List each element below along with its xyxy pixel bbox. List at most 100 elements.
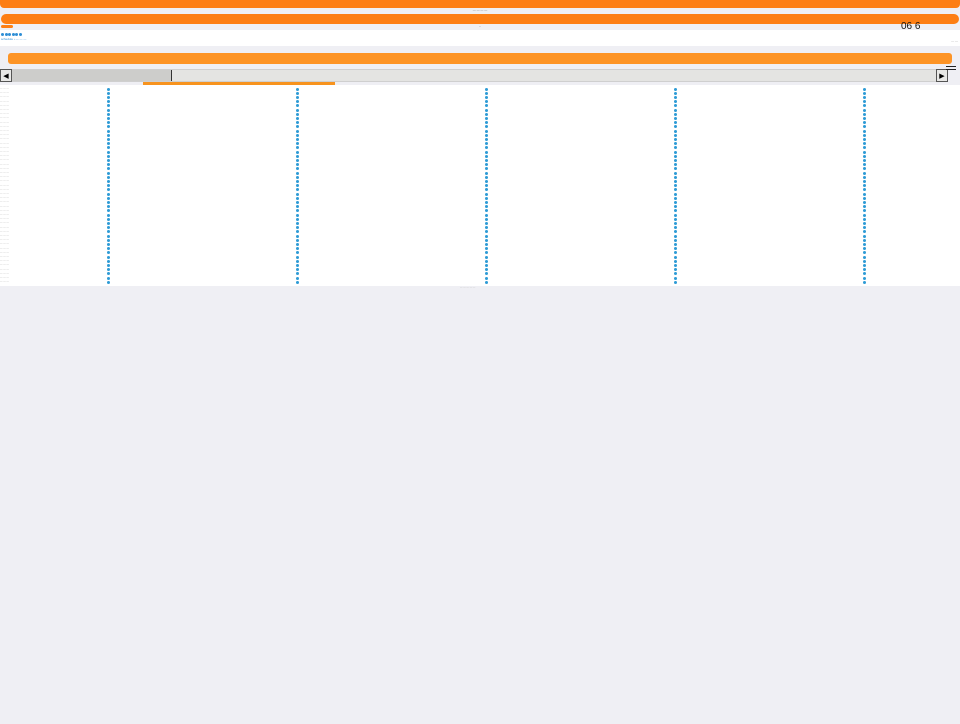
cell-dot[interactable]: [485, 116, 488, 120]
cell-dot[interactable]: [485, 104, 488, 108]
cell-dot[interactable]: [863, 221, 866, 225]
cell-dot[interactable]: [296, 234, 299, 238]
cell-dot[interactable]: [485, 146, 488, 150]
cell-dot[interactable]: [107, 108, 110, 112]
cell-dot[interactable]: [107, 133, 110, 137]
cell-dot[interactable]: [863, 167, 866, 171]
cell-dot[interactable]: [863, 192, 866, 196]
cell-dot[interactable]: [296, 280, 299, 284]
cell-dot[interactable]: [296, 100, 299, 104]
mini-tab-button[interactable]: [1, 25, 13, 28]
cell-dot[interactable]: [296, 184, 299, 188]
cell-dot[interactable]: [863, 217, 866, 221]
cell-dot[interactable]: [674, 100, 677, 104]
cell-dot[interactable]: [863, 213, 866, 217]
breadcrumb[interactable]: schedule › — — —: [1, 37, 26, 41]
cell-dot[interactable]: [107, 263, 110, 267]
cell-dot[interactable]: [296, 108, 299, 112]
cell-dot[interactable]: [485, 221, 488, 225]
cell-dot[interactable]: [296, 163, 299, 167]
cell-dot[interactable]: [485, 179, 488, 183]
cell-dot[interactable]: [485, 95, 488, 99]
cell-dot[interactable]: [107, 251, 110, 255]
cell-dot[interactable]: [674, 192, 677, 196]
cell-dot[interactable]: [674, 121, 677, 125]
cell-dot[interactable]: [863, 171, 866, 175]
cell-dot[interactable]: [674, 251, 677, 255]
cell-dot[interactable]: [485, 217, 488, 221]
cell-dot[interactable]: [674, 238, 677, 242]
cell-dot[interactable]: [485, 184, 488, 188]
cell-dot[interactable]: [296, 142, 299, 146]
cell-dot[interactable]: [863, 179, 866, 183]
cell-dot[interactable]: [296, 121, 299, 125]
cell-dot[interactable]: [107, 116, 110, 120]
cell-dot[interactable]: [863, 242, 866, 246]
cell-dot[interactable]: [674, 230, 677, 234]
cell-dot[interactable]: [674, 91, 677, 95]
cell-dot[interactable]: [863, 95, 866, 99]
cell-dot[interactable]: [674, 129, 677, 133]
cell-dot[interactable]: [485, 91, 488, 95]
cell-dot[interactable]: [674, 276, 677, 280]
cell-dot[interactable]: [674, 125, 677, 129]
cell-dot[interactable]: [674, 179, 677, 183]
cell-dot[interactable]: [863, 276, 866, 280]
cell-dot[interactable]: [863, 238, 866, 242]
cell-dot[interactable]: [863, 247, 866, 251]
cell-dot[interactable]: [485, 251, 488, 255]
cell-dot[interactable]: [296, 276, 299, 280]
cell-dot[interactable]: [107, 221, 110, 225]
cell-dot[interactable]: [107, 137, 110, 141]
cell-dot[interactable]: [863, 263, 866, 267]
cell-dot[interactable]: [296, 221, 299, 225]
cell-dot[interactable]: [863, 142, 866, 146]
cell-dot[interactable]: [107, 150, 110, 154]
cell-dot[interactable]: [107, 100, 110, 104]
cell-dot[interactable]: [485, 133, 488, 137]
cell-dot[interactable]: [296, 167, 299, 171]
cell-dot[interactable]: [863, 129, 866, 133]
cell-dot[interactable]: [863, 133, 866, 137]
cell-dot[interactable]: [296, 226, 299, 230]
cell-dot[interactable]: [296, 188, 299, 192]
cell-dot[interactable]: [863, 125, 866, 129]
cell-dot[interactable]: [296, 179, 299, 183]
cell-dot[interactable]: [107, 104, 110, 108]
cell-dot[interactable]: [296, 171, 299, 175]
cell-dot[interactable]: [485, 230, 488, 234]
cell-dot[interactable]: [674, 213, 677, 217]
cell-dot[interactable]: [485, 188, 488, 192]
cell-dot[interactable]: [674, 268, 677, 272]
cell-dot[interactable]: [296, 255, 299, 259]
cell-dot[interactable]: [674, 196, 677, 200]
cell-dot[interactable]: [107, 188, 110, 192]
cell-dot[interactable]: [296, 238, 299, 242]
cell-dot[interactable]: [674, 234, 677, 238]
cell-dot[interactable]: [863, 205, 866, 209]
rating-dot[interactable]: [8, 33, 11, 36]
cell-dot[interactable]: [296, 272, 299, 276]
cell-dot[interactable]: [863, 87, 866, 91]
cell-dot[interactable]: [485, 125, 488, 129]
cell-dot[interactable]: [674, 95, 677, 99]
cell-dot[interactable]: [107, 192, 110, 196]
cell-dot[interactable]: [863, 188, 866, 192]
cell-dot[interactable]: [107, 87, 110, 91]
scrollbar-thumb[interactable]: [12, 70, 172, 81]
rating-dot[interactable]: [18, 33, 22, 36]
cell-dot[interactable]: [674, 200, 677, 204]
cell-dot[interactable]: [674, 242, 677, 246]
cell-dot[interactable]: [296, 200, 299, 204]
cell-dot[interactable]: [863, 104, 866, 108]
cell-dot[interactable]: [107, 247, 110, 251]
cell-dot[interactable]: [485, 158, 488, 162]
cell-dot[interactable]: [863, 234, 866, 238]
cell-dot[interactable]: [485, 192, 488, 196]
cell-dot[interactable]: [107, 125, 110, 129]
cell-dot[interactable]: [485, 268, 488, 272]
cell-dot[interactable]: [107, 234, 110, 238]
cell-dot[interactable]: [485, 121, 488, 125]
cell-dot[interactable]: [296, 87, 299, 91]
cell-dot[interactable]: [674, 133, 677, 137]
